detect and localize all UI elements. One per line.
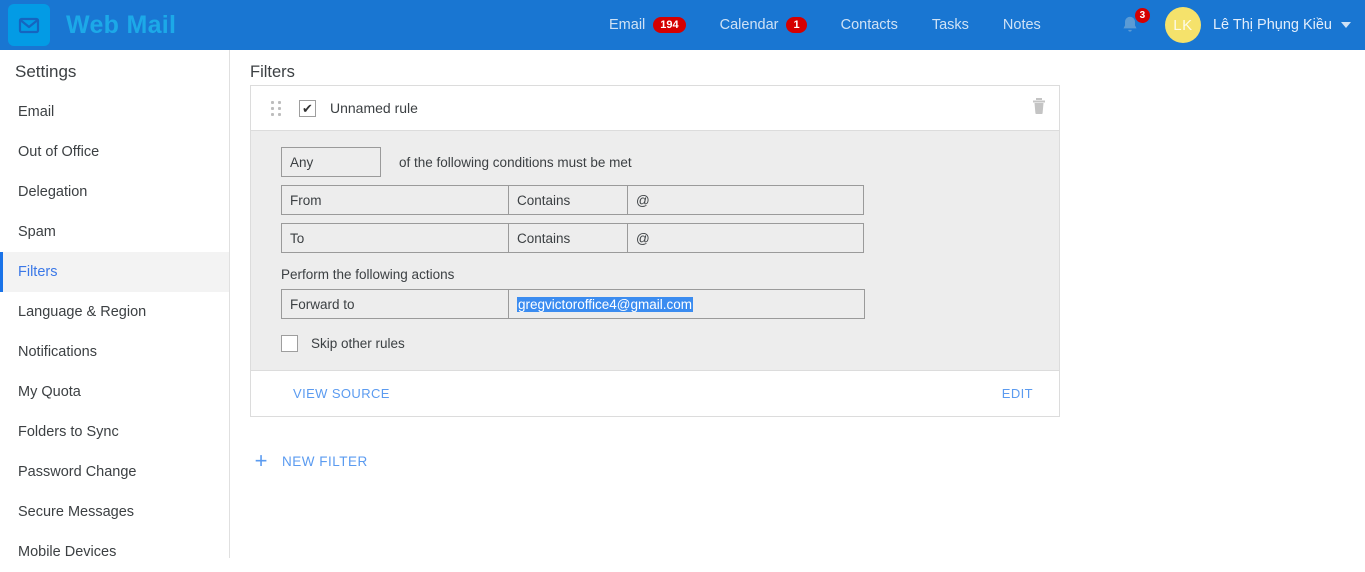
sidebar-item-secure-messages[interactable]: Secure Messages	[0, 492, 229, 532]
rule-enabled-checkbox[interactable]	[299, 99, 316, 117]
header-right-area: 3 LK Lê Thị Phụng Kiều	[1117, 0, 1351, 50]
sidebar-item-label: Filters	[18, 264, 58, 280]
brand-name: Web Mail	[66, 10, 177, 39]
action-value-input[interactable]: gregvictoroffice4@gmail.com	[508, 289, 865, 319]
actions-section-label: Perform the following actions	[281, 267, 455, 282]
sidebar-item-label: Password Change	[18, 464, 137, 480]
envelope-icon	[8, 4, 50, 46]
trash-icon[interactable]	[1031, 97, 1047, 120]
sidebar-item-notifications[interactable]: Notifications	[0, 332, 229, 372]
nav-item-label: Contacts	[840, 17, 898, 33]
sidebar-item-spam[interactable]: Spam	[0, 212, 229, 252]
filter-card-footer: VIEW SOURCE EDIT	[251, 371, 1059, 416]
match-conditions-text: of the following conditions must be met	[399, 154, 632, 170]
plus-icon: +	[254, 448, 268, 473]
sidebar-item-label: Notifications	[18, 344, 97, 360]
sidebar-item-label: Folders to Sync	[18, 424, 119, 440]
sidebar-item-mobile-devices[interactable]: Mobile Devices	[0, 532, 229, 572]
sidebar-item-label: Language & Region	[18, 304, 147, 320]
filter-rule-card: Unnamed rule Any of the following condit…	[250, 85, 1060, 417]
new-filter-button[interactable]: + NEW FILTER	[250, 450, 368, 472]
condition-row: From Contains @	[281, 185, 864, 215]
sidebar-item-delegation[interactable]: Delegation	[0, 172, 229, 212]
nav-item-label: Notes	[1002, 17, 1041, 33]
filter-card-body: Any of the following conditions must be …	[251, 130, 1059, 371]
bell-icon[interactable]: 3	[1117, 7, 1151, 40]
brand-logo-area[interactable]: Web Mail	[0, 4, 176, 46]
bell-badge: 3	[1133, 7, 1151, 24]
avatar[interactable]: LK	[1164, 7, 1201, 43]
sidebar-item-my-quota[interactable]: My Quota	[0, 372, 229, 412]
user-name[interactable]: Lê Thị Phụng Kiều	[1213, 17, 1332, 33]
sidebar-item-out-of-office[interactable]: Out of Office	[0, 132, 229, 172]
main-content: Filters Unnamed rule Any of the followin…	[230, 50, 1365, 558]
nav-item-calendar[interactable]: Calendar 1	[703, 0, 824, 50]
condition-operator-select[interactable]: Contains	[508, 185, 628, 215]
edit-button[interactable]: EDIT	[1002, 386, 1033, 401]
nav-badge-email: 194	[653, 16, 686, 34]
action-value-selected-text: gregvictoroffice4@gmail.com	[517, 296, 694, 312]
sidebar-item-label: Delegation	[18, 184, 88, 200]
main-navigation: Email 194 Calendar 1 Contacts Tasks Note…	[592, 0, 1058, 50]
match-type-select[interactable]: Any	[281, 147, 381, 177]
nav-item-notes[interactable]: Notes	[986, 0, 1058, 50]
nav-item-label: Email	[609, 17, 646, 33]
nav-item-tasks[interactable]: Tasks	[915, 0, 986, 50]
sidebar-item-email[interactable]: Email	[0, 92, 229, 132]
filter-card-header: Unnamed rule	[251, 86, 1059, 130]
skip-other-rules-checkbox[interactable]	[281, 335, 298, 352]
nav-item-label: Tasks	[931, 17, 969, 33]
drag-handle-icon[interactable]	[271, 100, 281, 116]
sidebar-item-label: My Quota	[18, 384, 81, 400]
sidebar-item-label: Spam	[18, 224, 56, 240]
sidebar-item-folders-to-sync[interactable]: Folders to Sync	[0, 412, 229, 452]
action-type-select[interactable]: Forward to	[281, 289, 509, 319]
condition-row: To Contains @	[281, 223, 864, 253]
condition-operator-select[interactable]: Contains	[508, 223, 628, 253]
nav-item-email[interactable]: Email 194	[592, 0, 703, 50]
skip-other-rules-row: Skip other rules	[281, 335, 1059, 352]
sidebar-item-label: Secure Messages	[18, 504, 135, 520]
nav-badge-calendar: 1	[786, 16, 807, 34]
rule-name: Unnamed rule	[330, 100, 418, 116]
nav-item-contacts[interactable]: Contacts	[824, 0, 915, 50]
chevron-down-icon[interactable]	[1341, 22, 1351, 28]
skip-other-rules-label: Skip other rules	[311, 336, 405, 351]
condition-field-select[interactable]: From	[281, 185, 509, 215]
action-row: Forward to gregvictoroffice4@gmail.com	[281, 289, 866, 319]
view-source-button[interactable]: VIEW SOURCE	[293, 386, 390, 401]
new-filter-label: NEW FILTER	[282, 453, 368, 469]
condition-value-input[interactable]: @	[627, 223, 864, 253]
sidebar-title: Settings	[15, 62, 77, 81]
top-header-bar: Web Mail Email 194 Calendar 1 Contacts T…	[0, 0, 1365, 50]
condition-field-select[interactable]: To	[281, 223, 509, 253]
condition-value-input[interactable]: @	[627, 185, 864, 215]
sidebar-item-password-change[interactable]: Password Change	[0, 452, 229, 492]
sidebar-item-label: Out of Office	[18, 144, 100, 160]
match-type-row: Any of the following conditions must be …	[281, 147, 1059, 177]
sidebar-item-language-region[interactable]: Language & Region	[0, 292, 229, 332]
sidebar-item-filters[interactable]: Filters	[0, 252, 229, 292]
nav-item-label: Calendar	[719, 17, 779, 33]
settings-sidebar: Settings Email Out of Office Delegation …	[0, 50, 230, 560]
sidebar-item-label: Email	[18, 104, 55, 120]
